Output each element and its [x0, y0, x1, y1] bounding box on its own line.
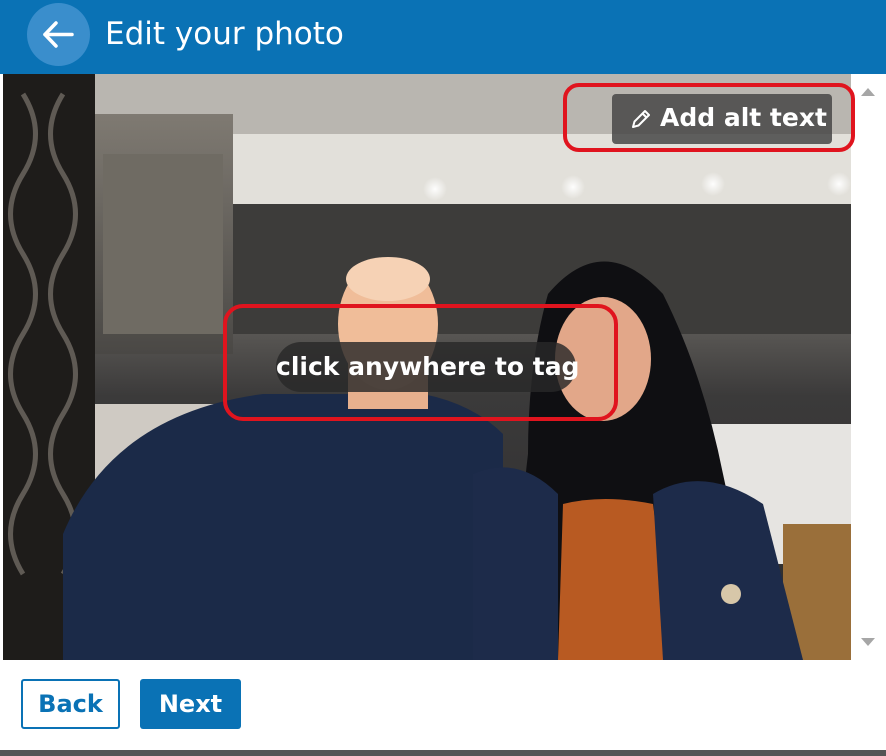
page-title: Edit your photo: [105, 16, 344, 52]
scroll-down-arrow-icon[interactable]: [861, 638, 875, 646]
modal-header: Edit your photo: [0, 0, 886, 74]
back-arrow-button[interactable]: [27, 3, 90, 66]
window-bottom-edge: [0, 750, 886, 756]
vertical-scrollbar[interactable]: [851, 74, 886, 660]
add-alt-text-label: Add alt text: [660, 103, 827, 132]
tag-hint-label: click anywhere to tag: [276, 342, 579, 392]
back-button[interactable]: Back: [21, 679, 120, 729]
modal-footer: Back Next: [0, 660, 886, 750]
next-button[interactable]: Next: [140, 679, 241, 729]
scroll-up-arrow-icon[interactable]: [861, 88, 875, 96]
add-alt-text-button[interactable]: Add alt text: [612, 94, 832, 144]
